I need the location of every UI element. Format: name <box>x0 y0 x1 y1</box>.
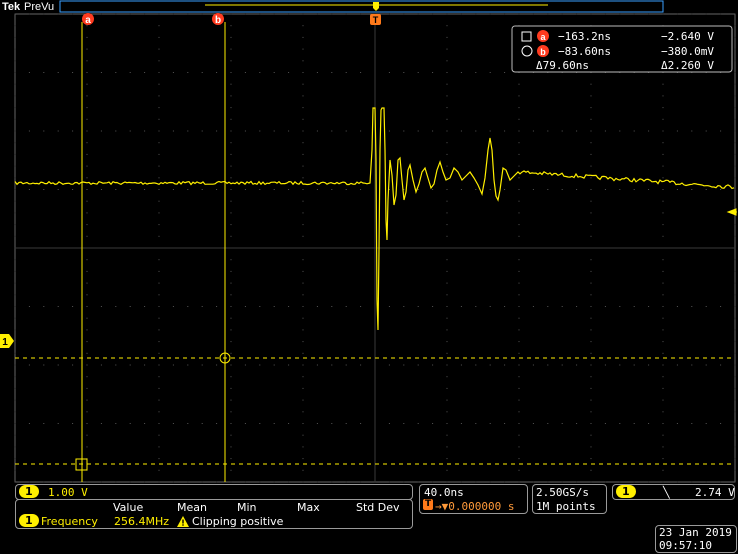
measure-channel-badge: 1 <box>19 514 39 527</box>
trigger-box[interactable]: 1 ╲ 2.74 V <box>612 484 735 500</box>
readout-b-time: −83.60ns <box>558 45 611 58</box>
date-label: 23 Jan 2019 <box>659 526 732 539</box>
readout-b-volt: −380.0mV <box>661 45 714 58</box>
brand-logo: Tek <box>2 1 21 13</box>
graticule-grid <box>14 13 736 483</box>
readout-a-time: −163.2ns <box>558 30 611 43</box>
trigger-level-arrow[interactable] <box>726 208 737 216</box>
sample-rate: 2.50GS/s <box>536 486 589 499</box>
channel-1-scale-box[interactable]: 1 1.00 V <box>15 484 413 500</box>
measure-header-mean: Mean <box>177 501 207 514</box>
timebase-delay: →▼0.000000 s <box>435 500 515 513</box>
timebase-trigger-icon: T <box>423 499 434 510</box>
timebase-box[interactable]: 40.0ns T →▼0.000000 s <box>419 484 528 514</box>
measure-header-value: Value <box>113 501 144 514</box>
cursor-b-label: b <box>215 15 221 26</box>
measurement-box[interactable]: Value Mean Min Max Std Dev 1 Frequency 2… <box>15 499 413 529</box>
record-length: 1M points <box>536 500 596 513</box>
measure-header-max: Max <box>297 501 320 514</box>
trigger-position-icon <box>373 2 379 11</box>
measure-value: 256.4MHz <box>114 515 170 528</box>
cursor-a-label: a <box>85 15 91 26</box>
datetime-box: 23 Jan 2019 09:57:10 <box>655 525 737 553</box>
oscilloscope-display: Tek PreVu a b T 1 a b −163.2ns −2.640 V … <box>0 0 737 483</box>
time-label: 09:57:10 <box>659 539 712 552</box>
svg-text:b: b <box>540 47 546 57</box>
trigger-level: 2.74 V <box>695 486 735 499</box>
acquisition-box[interactable]: 2.50GS/s 1M points <box>532 484 607 514</box>
readout-delta-volt: Δ2.260 V <box>661 59 714 72</box>
channel-1-badge: 1 <box>19 485 39 498</box>
measure-header-min: Min <box>237 501 257 514</box>
trigger-source-badge: 1 <box>616 485 636 498</box>
trigger-marker-label: T <box>373 15 379 25</box>
falling-edge-icon: ╲ <box>663 486 670 499</box>
record-view-bar[interactable] <box>59 0 664 13</box>
measure-name: Frequency <box>41 515 98 528</box>
cursor-readout: a b −163.2ns −2.640 V −83.60ns −380.0mV … <box>511 25 733 73</box>
channel-1-scale: 1.00 V <box>48 486 88 499</box>
readout-a-volt: −2.640 V <box>661 30 714 43</box>
readout-delta-time: Δ79.60ns <box>536 59 589 72</box>
mode-label: PreVu <box>24 1 54 13</box>
measure-warning: Clipping positive <box>192 515 284 528</box>
channel-1-marker-label: 1 <box>2 337 8 348</box>
warning-triangle-icon <box>177 516 189 527</box>
timebase-scale: 40.0ns <box>424 486 464 499</box>
measure-header-stddev: Std Dev <box>356 501 400 514</box>
